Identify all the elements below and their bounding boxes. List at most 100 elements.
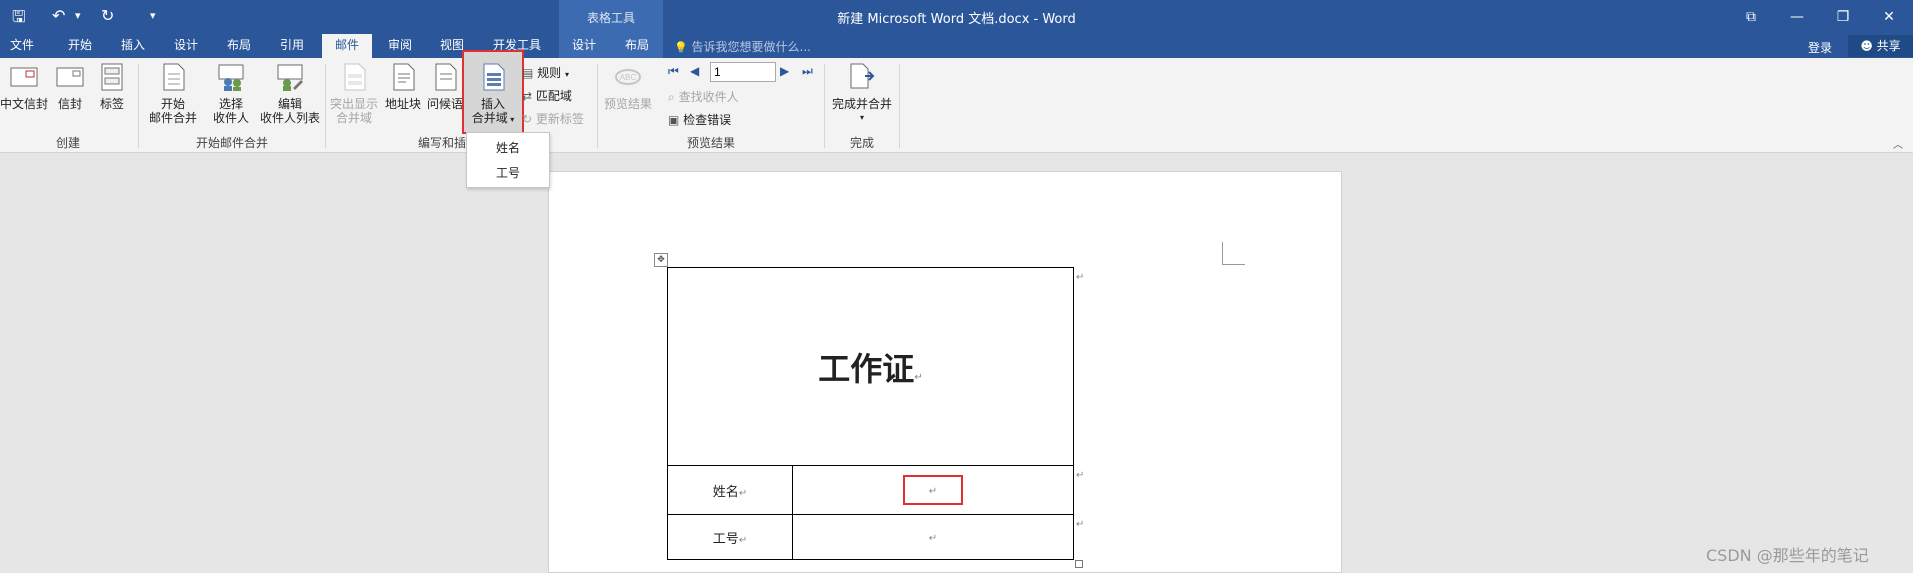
refresh-icon: ↻ xyxy=(522,112,533,126)
redo-icon[interactable]: ↻ xyxy=(101,6,114,25)
recipients-icon xyxy=(218,64,244,91)
paragraph-mark: ↵ xyxy=(738,487,748,499)
tab-mailings[interactable]: 邮件 xyxy=(322,34,372,58)
group-separator xyxy=(138,64,139,148)
paragraph-mark: ↵ xyxy=(738,534,748,546)
ribbon-display-options-button[interactable]: ⧉ xyxy=(1729,3,1773,31)
margin-corner-mark xyxy=(1222,242,1245,265)
table-move-handle[interactable]: ✥ xyxy=(654,253,668,267)
group-separator xyxy=(597,64,598,148)
dropdown-item-name[interactable]: 姓名 xyxy=(467,139,549,156)
tab-design[interactable]: 设计 xyxy=(164,34,208,58)
tab-home[interactable]: 开始 xyxy=(58,34,102,58)
rules-button[interactable]: ▤ 规则 ▾ xyxy=(522,64,569,81)
card-title-cell[interactable]: 工作证↵ xyxy=(667,267,1074,466)
minimize-button[interactable]: — xyxy=(1775,3,1819,31)
finish-merge-button[interactable]: 完成并合并 ▾ xyxy=(826,62,898,125)
tab-review[interactable]: 审阅 xyxy=(378,34,422,58)
address-block-button[interactable]: 地址块 xyxy=(382,62,424,111)
labels-icon xyxy=(101,63,123,91)
tell-me-box[interactable]: 💡 告诉我您想要做什么... xyxy=(674,38,811,55)
envelopes-label: 信封 xyxy=(57,97,82,111)
insert-merge-field-button[interactable]: 插入 合并域 ▾ xyxy=(462,50,524,134)
id-label-cell[interactable]: 工号↵ xyxy=(667,514,793,560)
table-resize-handle[interactable] xyxy=(1075,560,1083,568)
share-button[interactable]: ☻ 共享 xyxy=(1848,35,1913,57)
paragraph-mark: ↵ xyxy=(928,533,938,544)
find-recipient-label: 查找收件人 xyxy=(678,90,739,104)
highlight-label-2: 合并域 xyxy=(335,111,372,125)
tell-me-placeholder: 告诉我您想要做什么... xyxy=(691,40,811,54)
envelopes-button[interactable]: 信封 xyxy=(52,62,88,111)
highlight-merge-fields-button[interactable]: 突出显示 合并域 xyxy=(328,62,380,125)
title-bar xyxy=(0,0,1913,34)
lightbulb-icon: 💡 xyxy=(674,41,688,54)
name-label-cell[interactable]: 姓名↵ xyxy=(667,465,793,515)
edit-recipients-label-2: 收件人列表 xyxy=(259,111,320,125)
finish-merge-icon xyxy=(850,63,875,89)
tab-table-design[interactable]: 设计 xyxy=(564,34,604,58)
undo-icon[interactable]: ↶ xyxy=(52,6,65,25)
tab-table-layout[interactable]: 布局 xyxy=(616,34,658,58)
merge-field-dropdown: 姓名 工号 xyxy=(466,132,550,188)
preview-results-button[interactable]: ABC 预览结果 xyxy=(600,62,656,111)
select-recipients-button[interactable]: 选择 收件人 xyxy=(204,62,258,125)
group-start-merge-label: 开始邮件合并 xyxy=(195,136,268,150)
chinese-envelope-label: 中文信封 xyxy=(0,97,49,111)
tab-file[interactable]: 文件 xyxy=(0,34,44,58)
name-label: 姓名 xyxy=(712,484,739,500)
update-labels-button[interactable]: ↻ 更新标签 xyxy=(522,110,584,127)
rules-label: 规则 xyxy=(537,66,562,80)
edit-recipient-list-button[interactable]: 编辑 收件人列表 xyxy=(258,62,322,125)
insert-field-icon xyxy=(483,63,505,91)
select-recipients-label-1: 选择 xyxy=(218,97,243,111)
row-end-mark: ↵ xyxy=(1076,272,1085,283)
name-value-cell[interactable]: ↵ xyxy=(792,465,1074,515)
rules-icon: ▤ xyxy=(522,66,534,80)
merge-field-insertion-point[interactable]: ↵ xyxy=(903,475,963,505)
id-card-table: 工作证↵ 姓名↵ ↵ 工号↵ ↵ xyxy=(667,267,1074,560)
find-recipient-button[interactable]: ⌕ 查找收件人 xyxy=(668,88,739,105)
first-record-icon[interactable]: ⏮ xyxy=(668,64,679,79)
group-write-insert-label: 编写和插 xyxy=(417,136,466,150)
greeting-line-label: 问候语 xyxy=(426,97,463,111)
contextual-group-label: 表格工具 xyxy=(586,11,635,25)
collapse-ribbon-icon[interactable]: ︿ xyxy=(1893,136,1903,151)
match-fields-label: 匹配域 xyxy=(535,89,572,103)
highlight-fields-icon xyxy=(344,63,366,91)
svg-text:ABC: ABC xyxy=(620,73,637,82)
paragraph-mark: ↵ xyxy=(914,371,923,383)
tab-insert[interactable]: 插入 xyxy=(111,34,155,58)
greeting-line-button[interactable]: 问候语 xyxy=(424,62,466,111)
group-separator xyxy=(824,64,825,148)
customize-qat-icon[interactable]: ▾ xyxy=(150,9,156,22)
labels-button[interactable]: 标签 xyxy=(94,62,130,111)
save-icon[interactable]: 🖫 xyxy=(12,6,26,33)
csdn-watermark: CSDN @那些年的笔记 xyxy=(1706,546,1869,565)
check-errors-button[interactable]: ▣ 检查错误 xyxy=(668,111,731,128)
next-record-icon[interactable]: ▶ xyxy=(780,64,789,78)
close-button[interactable]: ✕ xyxy=(1867,3,1911,31)
maximize-button[interactable]: ❐ xyxy=(1821,3,1865,31)
match-fields-icon: ⇄ xyxy=(522,89,533,103)
find-icon: ⌕ xyxy=(668,90,675,104)
address-block-label: 地址块 xyxy=(384,97,421,111)
check-errors-icon: ▣ xyxy=(668,113,680,127)
undo-dropdown-icon[interactable]: ▾ xyxy=(75,9,81,22)
last-record-icon[interactable]: ⏭ xyxy=(802,64,813,79)
card-title: 工作证 xyxy=(818,349,915,388)
login-link[interactable]: 登录 xyxy=(1808,39,1832,56)
tab-layout[interactable]: 布局 xyxy=(217,34,261,58)
previous-record-icon[interactable]: ◀ xyxy=(690,64,699,78)
match-fields-button[interactable]: ⇄ 匹配域 xyxy=(522,87,572,104)
dropdown-item-employee-id[interactable]: 工号 xyxy=(467,164,549,181)
group-preview-label: 预览结果 xyxy=(686,136,735,150)
chinese-envelope-button[interactable]: 中文信封 xyxy=(0,62,48,111)
record-number-input[interactable] xyxy=(710,62,776,82)
chevron-down-icon: ▾ xyxy=(859,113,864,122)
id-value-cell[interactable]: ↵ xyxy=(792,514,1074,560)
start-mail-merge-button[interactable]: 开始 邮件合并 xyxy=(144,62,202,125)
chevron-down-icon: ▾ xyxy=(565,70,570,79)
tab-references[interactable]: 引用 xyxy=(270,34,314,58)
check-errors-label: 检查错误 xyxy=(683,113,732,127)
